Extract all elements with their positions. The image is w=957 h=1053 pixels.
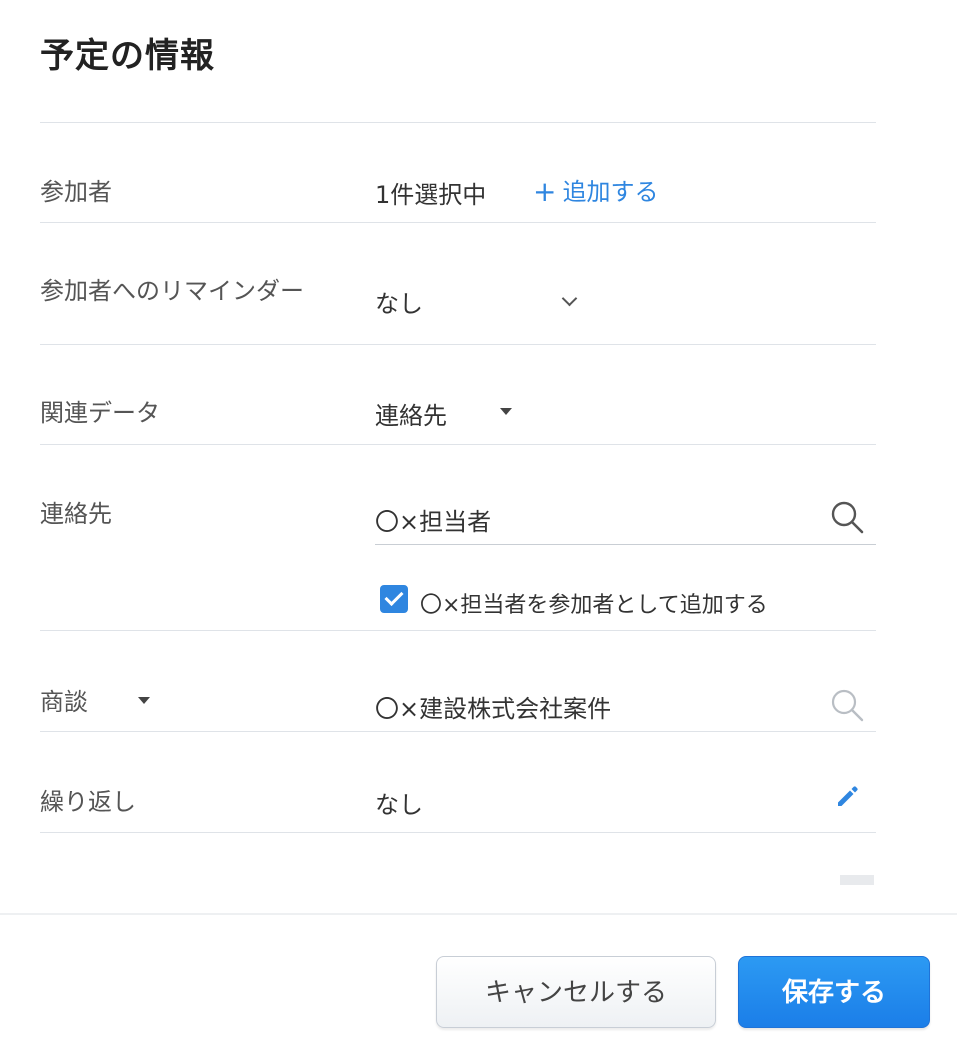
save-button[interactable]: 保存する bbox=[738, 956, 930, 1028]
deal-value: 〇×建設株式会社案件 bbox=[375, 695, 612, 723]
divider bbox=[40, 344, 876, 345]
contact-value: 〇×担当者 bbox=[375, 508, 492, 536]
caret-down-icon bbox=[500, 408, 512, 415]
search-icon[interactable] bbox=[830, 500, 864, 534]
related-data-select[interactable]: 連絡先 bbox=[370, 392, 530, 436]
schedule-info-dialog: 予定の情報 参加者 1件選択中 + 追加する 参加者へのリマインダー なし 関連デ… bbox=[0, 0, 957, 1053]
reminder-select[interactable]: なし bbox=[370, 280, 590, 324]
add-contact-as-participant-label[interactable]: 〇×担当者を参加者として追加する bbox=[420, 587, 768, 619]
deal-type-select[interactable]: 商談 bbox=[40, 682, 170, 722]
divider bbox=[40, 832, 876, 833]
divider bbox=[40, 444, 876, 445]
pencil-icon[interactable] bbox=[834, 782, 862, 810]
deal-search-field[interactable]: 〇×建設株式会社案件 bbox=[375, 680, 876, 730]
search-icon[interactable] bbox=[830, 688, 864, 722]
participants-label: 参加者 bbox=[40, 178, 112, 206]
add-participant-link[interactable]: + 追加する bbox=[533, 172, 659, 208]
reminder-value: なし bbox=[375, 290, 423, 318]
form-scroll-area[interactable]: 予定の情報 参加者 1件選択中 + 追加する 参加者へのリマインダー なし 関連デ… bbox=[0, 0, 957, 885]
add-contact-as-participant-checkbox[interactable] bbox=[380, 585, 408, 613]
related-data-label: 関連データ bbox=[40, 399, 160, 427]
plus-icon: + bbox=[533, 175, 557, 208]
caret-down-icon bbox=[138, 697, 150, 704]
cancel-button[interactable]: キャンセルする bbox=[436, 956, 716, 1028]
repeat-value: なし bbox=[375, 791, 423, 819]
participants-count: 1件選択中 bbox=[375, 181, 487, 209]
divider bbox=[40, 122, 876, 123]
repeat-label: 繰り返し bbox=[40, 788, 136, 816]
divider bbox=[40, 731, 876, 732]
reminder-label: 参加者へのリマインダー bbox=[40, 277, 304, 305]
related-data-value: 連絡先 bbox=[375, 402, 447, 430]
contact-field-underline bbox=[375, 544, 876, 545]
footer-divider bbox=[0, 913, 957, 915]
contact-search-field[interactable]: 〇×担当者 bbox=[375, 496, 876, 544]
partial-next-row-control bbox=[840, 875, 874, 885]
deal-label: 商談 bbox=[40, 688, 88, 716]
divider bbox=[40, 630, 876, 631]
add-participant-label: 追加する bbox=[562, 178, 659, 206]
contact-label: 連絡先 bbox=[40, 500, 112, 528]
dialog-title: 予定の情報 bbox=[40, 36, 215, 76]
divider bbox=[40, 222, 876, 223]
chevron-down-icon bbox=[561, 290, 578, 307]
